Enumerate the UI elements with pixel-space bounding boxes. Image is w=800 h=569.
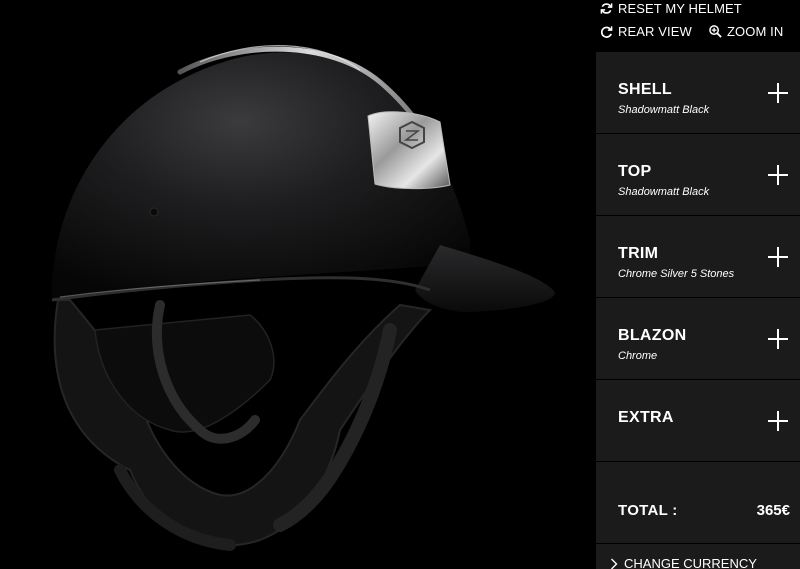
total-label: TOTAL :: [618, 502, 678, 519]
option-value: Chrome: [618, 350, 658, 362]
rear-view-button[interactable]: REAR VIEW: [600, 24, 692, 39]
change-currency-label: CHANGE CURRENCY: [624, 556, 757, 569]
view-toolbar: RESET MY HELMET REAR VIEW ZOOM IN: [596, 0, 800, 52]
option-title: BLAZON: [618, 327, 687, 344]
option-trim[interactable]: TRIM Chrome Silver 5 Stones: [596, 216, 800, 298]
option-blazon[interactable]: BLAZON Chrome: [596, 298, 800, 380]
helmet-preview[interactable]: [0, 0, 596, 569]
option-top[interactable]: TOP Shadowmatt Black: [596, 134, 800, 216]
refresh-icon: [600, 3, 613, 14]
helmet-image: [51, 45, 556, 551]
rotate-icon: [600, 25, 613, 38]
configurator-panel: SHELL Shadowmatt Black TOP Shadowmatt Bl…: [596, 52, 800, 569]
option-title: EXTRA: [618, 409, 674, 426]
price-total: TOTAL : 365€: [596, 462, 800, 544]
rear-view-label: REAR VIEW: [618, 24, 692, 39]
chevron-right-icon: [611, 558, 618, 569]
option-title: TRIM: [618, 245, 659, 262]
option-extra[interactable]: EXTRA: [596, 380, 800, 462]
option-shell[interactable]: SHELL Shadowmatt Black: [596, 52, 800, 134]
total-value: 365€: [756, 502, 790, 519]
option-title: TOP: [618, 163, 652, 180]
plus-icon[interactable]: [768, 247, 788, 267]
plus-icon[interactable]: [768, 165, 788, 185]
plus-icon[interactable]: [768, 411, 788, 431]
change-currency-link[interactable]: CHANGE CURRENCY: [610, 556, 757, 569]
plus-icon[interactable]: [768, 329, 788, 349]
option-title: SHELL: [618, 81, 672, 98]
option-value: Chrome Silver 5 Stones: [618, 268, 735, 280]
zoom-in-icon: [709, 25, 722, 38]
plus-icon[interactable]: [768, 83, 788, 103]
reset-helmet-label: RESET MY HELMET: [618, 1, 742, 16]
zoom-in-button[interactable]: ZOOM IN: [709, 24, 783, 39]
reset-helmet-button[interactable]: RESET MY HELMET: [600, 1, 742, 16]
option-value: Shadowmatt Black: [618, 104, 710, 116]
option-value: Shadowmatt Black: [618, 186, 710, 198]
zoom-in-label: ZOOM IN: [727, 24, 784, 39]
